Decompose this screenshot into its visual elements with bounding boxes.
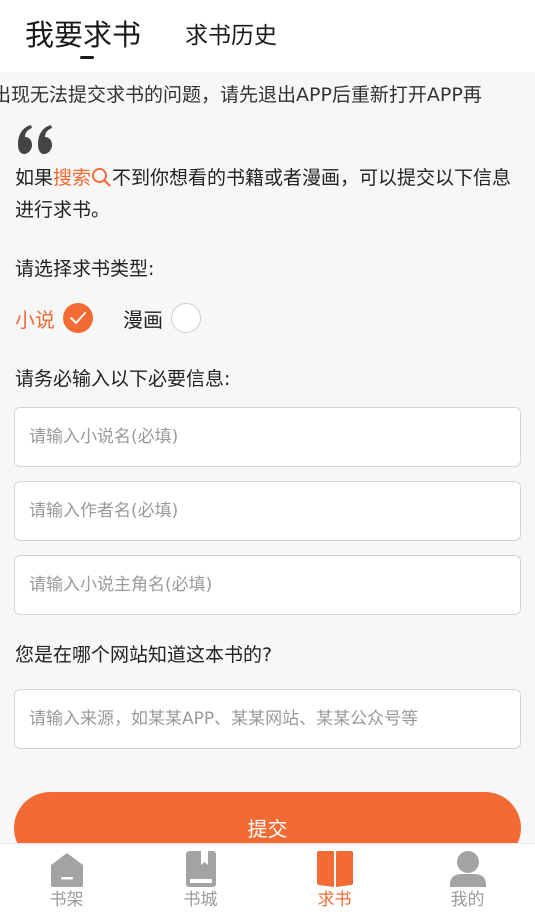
source-input[interactable] [14, 689, 521, 749]
type-option-novel-label: 小说 [15, 307, 55, 332]
active-tab-indicator [80, 56, 94, 59]
notice-text: 出现无法提交求书的问题，请先退出APP后重新打开APP再 [0, 84, 482, 106]
intro-text: 如果搜索 不到你想看的书籍或者漫画，可以提交以下信息进行求书。 [15, 162, 520, 226]
user-icon [449, 851, 486, 887]
nav-label-request: 求书 [317, 890, 352, 910]
author-name-input[interactable] [14, 481, 521, 541]
type-option-novel[interactable]: 小说 [15, 300, 93, 336]
bookshelf-icon [50, 853, 83, 887]
open-book-icon [316, 851, 353, 887]
tab-request-history[interactable]: 求书历史 [185, 16, 277, 50]
nav-item-profile[interactable]: 我的 [401, 844, 534, 915]
intro-prefix: 如果 [15, 167, 54, 189]
protagonist-name-input[interactable] [14, 555, 521, 615]
type-option-comic[interactable]: 漫画 [123, 300, 201, 336]
nav-label-profile: 我的 [450, 890, 485, 910]
search-link[interactable]: 搜索 [53, 167, 112, 189]
nav-item-request[interactable]: 求书 [268, 844, 401, 915]
nav-item-bookshelf[interactable]: 书架 [0, 844, 133, 915]
nav-item-bookstore[interactable]: 书城 [134, 844, 267, 915]
type-radio-group: 小说 漫画 [15, 300, 535, 336]
type-option-comic-label: 漫画 [123, 307, 163, 332]
nav-label-bookstore: 书城 [183, 890, 218, 910]
search-icon [92, 168, 111, 187]
type-section-label: 请选择求书类型: [15, 258, 155, 280]
notice-marquee: 出现无法提交求书的问题，请先退出APP后重新打开APP再 [0, 78, 535, 112]
bottom-nav: 书架 书城 求书 我的 [0, 843, 535, 915]
source-section-label: 您是在哪个网站知道这本书的? [15, 644, 273, 666]
checkmark-icon [70, 312, 86, 324]
tab-request-book[interactable]: 我要求书 [25, 12, 141, 54]
top-tab-bar: 我要求书 求书历史 [0, 0, 535, 72]
novel-name-input[interactable] [14, 407, 521, 467]
quote-icon [18, 125, 52, 154]
nav-label-bookshelf: 书架 [49, 890, 84, 910]
radio-checked-icon[interactable] [63, 303, 93, 333]
required-section-label: 请务必输入以下必要信息: [15, 368, 231, 390]
search-link-label: 搜索 [53, 167, 92, 189]
book-icon [185, 851, 216, 887]
radio-unchecked-icon[interactable] [171, 303, 201, 333]
